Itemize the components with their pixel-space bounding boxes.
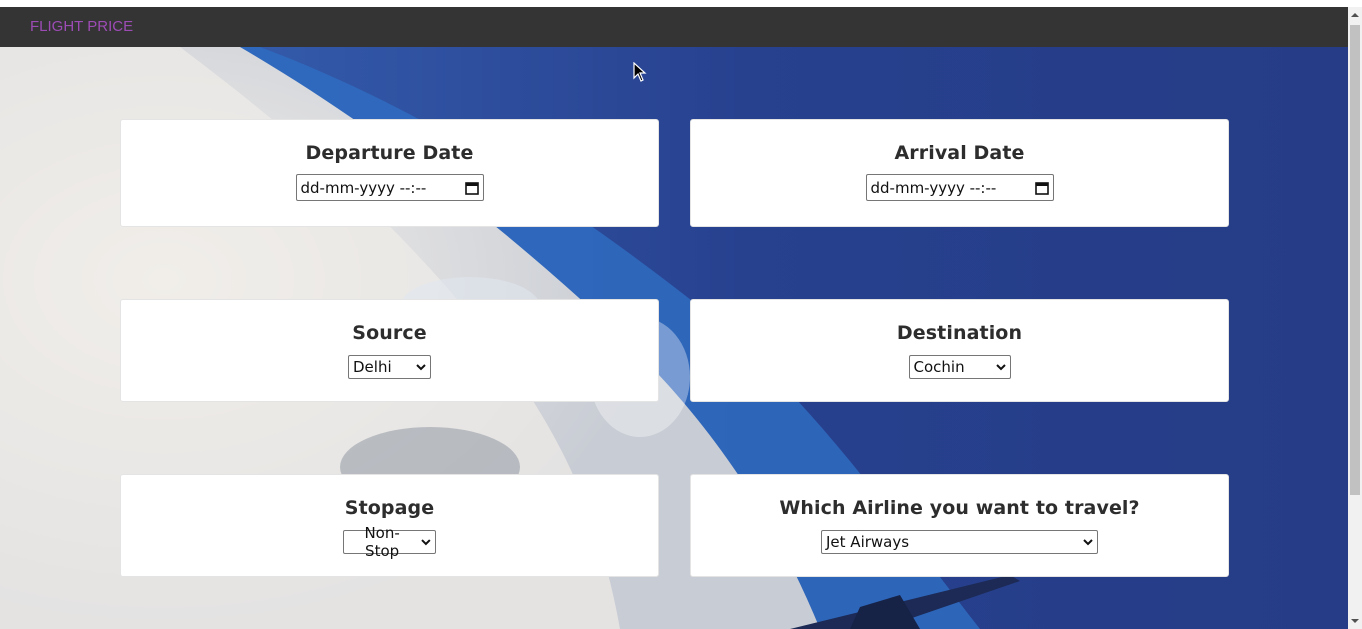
- chevron-down-icon: [416, 364, 426, 371]
- chevron-down-icon: [1083, 539, 1093, 546]
- calendar-icon[interactable]: [464, 181, 479, 195]
- airline-selected-value: Jet Airways: [826, 533, 910, 551]
- scrollbar-thumb[interactable]: [1350, 25, 1360, 495]
- calendar-icon[interactable]: [1034, 181, 1049, 195]
- airline-card: Which Airline you want to travel? Jet Ai…: [690, 474, 1229, 577]
- source-label: Source: [352, 322, 427, 344]
- mouse-cursor-icon: [633, 62, 647, 82]
- destination-label: Destination: [896, 322, 1023, 344]
- stopage-card: Stopage Non-Stop: [120, 474, 659, 577]
- arrival-date-input[interactable]: dd-mm-yyyy --:--: [865, 174, 1054, 201]
- chevron-down-icon: [995, 364, 1006, 371]
- arrival-date-placeholder: dd-mm-yyyy --:--: [870, 178, 997, 197]
- departure-date-label: Departure Date: [305, 142, 474, 164]
- navbar: FLIGHT PRICE: [0, 7, 1348, 47]
- source-card: Source Delhi: [120, 299, 659, 402]
- airline-label: Which Airline you want to travel?: [779, 497, 1140, 519]
- departure-date-card: Departure Date dd-mm-yyyy --:--: [120, 119, 659, 227]
- destination-card: Destination Cochin: [690, 299, 1229, 402]
- chevron-down-icon: [421, 539, 431, 546]
- stopage-selected-value: Non-Stop: [364, 524, 400, 560]
- departure-date-placeholder: dd-mm-yyyy --:--: [300, 178, 427, 197]
- source-select[interactable]: Delhi: [348, 355, 431, 379]
- brand-link[interactable]: FLIGHT PRICE: [30, 18, 133, 35]
- destination-selected-value: Cochin: [913, 358, 965, 376]
- stopage-select[interactable]: Non-Stop: [343, 524, 436, 560]
- arrival-date-card: Arrival Date dd-mm-yyyy --:--: [690, 119, 1229, 227]
- scroll-down-arrow-icon[interactable]: [1351, 617, 1359, 625]
- departure-date-input[interactable]: dd-mm-yyyy --:--: [295, 174, 484, 201]
- stopage-label: Stopage: [344, 497, 435, 519]
- destination-select[interactable]: Cochin: [908, 355, 1011, 379]
- scroll-up-arrow-icon[interactable]: [1351, 11, 1359, 19]
- arrival-date-label: Arrival Date: [894, 142, 1025, 164]
- source-selected-value: Delhi: [353, 358, 392, 376]
- page-scrollbar[interactable]: [1348, 7, 1362, 629]
- airline-select[interactable]: Jet Airways: [821, 530, 1098, 554]
